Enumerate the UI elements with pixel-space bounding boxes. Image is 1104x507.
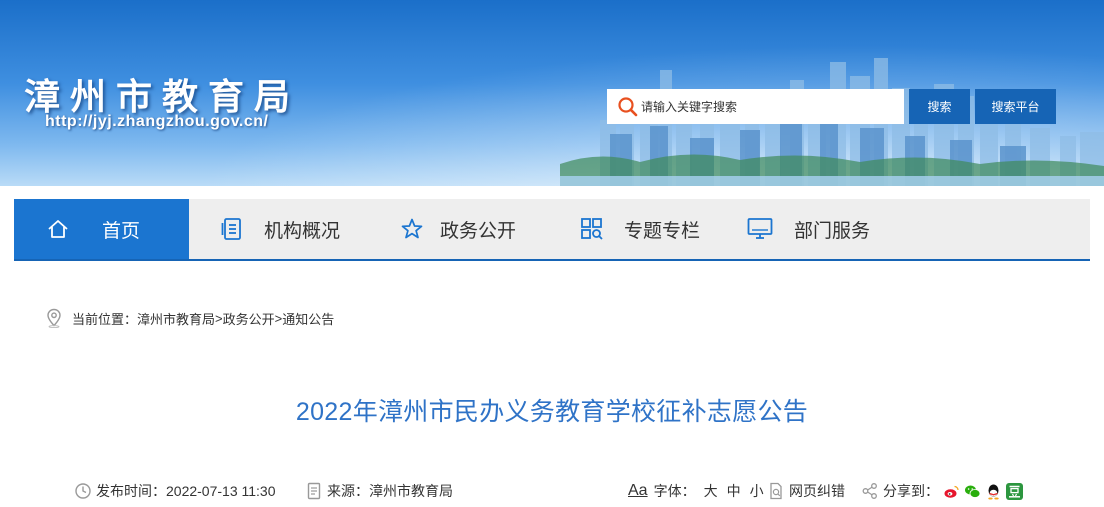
breadcrumb-link-bureau[interactable]: 漳州市教育局 <box>137 309 215 328</box>
share-icon <box>862 483 877 499</box>
grid-search-icon <box>579 216 605 242</box>
font-size-group: Aa 字体： 大 中 小 <box>628 479 764 503</box>
article-meta-bar: 发布时间： 2022-07-13 11:30 来源： 漳州市教育局 Aa 字体：… <box>0 479 1104 503</box>
share-label: 分享到： <box>883 483 939 499</box>
site-url: http://jyj.zhangzhou.gov.cn/ <box>45 113 269 130</box>
page-correction-label: 网页纠错 <box>789 483 845 499</box>
document-list-icon <box>219 216 245 242</box>
search-box <box>607 89 904 124</box>
weibo-icon[interactable] <box>943 482 960 500</box>
wechat-icon[interactable] <box>964 482 981 500</box>
header-banner: 漳州市教育局 http://jyj.zhangzhou.gov.cn/ 搜索 搜… <box>0 0 1104 186</box>
publish-time-value: 2022-07-13 11:30 <box>166 483 276 499</box>
page-search-icon <box>770 482 782 500</box>
document-icon <box>307 482 321 500</box>
source-label: 来源： <box>327 483 369 499</box>
font-size-medium-button[interactable]: 中 <box>727 481 741 501</box>
nav-label-organization: 机构概况 <box>264 220 341 242</box>
search-platform-button[interactable]: 搜索平台 <box>975 89 1056 124</box>
nav-item-special-topics[interactable]: 专题专栏 <box>549 199 724 259</box>
publish-time-group: 发布时间： 2022-07-13 11:30 <box>74 479 276 503</box>
location-pin-icon <box>47 308 61 328</box>
nav-item-department-services[interactable]: 部门服务 <box>724 199 924 259</box>
nav-label-government-affairs: 政务公开 <box>440 220 517 242</box>
publish-time-label: 发布时间： <box>96 483 166 499</box>
share-group: 分享到： <box>861 479 1023 503</box>
home-icon <box>45 216 71 242</box>
douban-icon[interactable] <box>1006 482 1023 500</box>
nav-item-organization[interactable]: 机构概况 <box>189 199 369 259</box>
breadcrumb-separator: > <box>215 310 223 326</box>
font-size-large-button[interactable]: 大 <box>704 481 718 501</box>
source-group: 来源： 漳州市教育局 <box>305 479 453 503</box>
monitor-icon <box>747 216 773 242</box>
nav-label-department-services: 部门服务 <box>794 220 871 242</box>
search-icon <box>618 96 638 116</box>
search-button[interactable]: 搜索 <box>909 89 970 124</box>
page-correction-button[interactable]: 网页纠错 <box>767 479 845 503</box>
breadcrumb: 当前位置： 漳州市教育局 > 政务公开 > 通知公告 <box>45 308 334 328</box>
main-nav: 首页 机构概况 政务公开 专题专栏 部门服务 <box>14 199 1090 261</box>
qq-icon[interactable] <box>985 482 1002 500</box>
nav-item-home[interactable]: 首页 <box>14 199 189 259</box>
star-icon <box>399 216 425 242</box>
nav-label-home: 首页 <box>102 220 141 242</box>
breadcrumb-prefix: 当前位置： <box>72 311 138 327</box>
article-title: 2022年漳州市民办义务教育学校征补志愿公告 <box>295 398 809 426</box>
breadcrumb-link-government-affairs[interactable]: 政务公开 <box>223 309 275 328</box>
source-value: 漳州市教育局 <box>369 483 453 499</box>
font-size-small-button[interactable]: 小 <box>750 481 764 501</box>
search-input[interactable] <box>641 91 891 122</box>
nav-label-special-topics: 专题专栏 <box>624 220 701 242</box>
nav-item-government-affairs[interactable]: 政务公开 <box>369 199 549 259</box>
breadcrumb-separator: > <box>274 310 283 326</box>
clock-icon <box>75 483 91 499</box>
breadcrumb-link-notices[interactable]: 通知公告 <box>282 309 334 328</box>
font-size-label: 字体： <box>653 483 696 499</box>
font-size-icon: Aa <box>628 482 648 499</box>
